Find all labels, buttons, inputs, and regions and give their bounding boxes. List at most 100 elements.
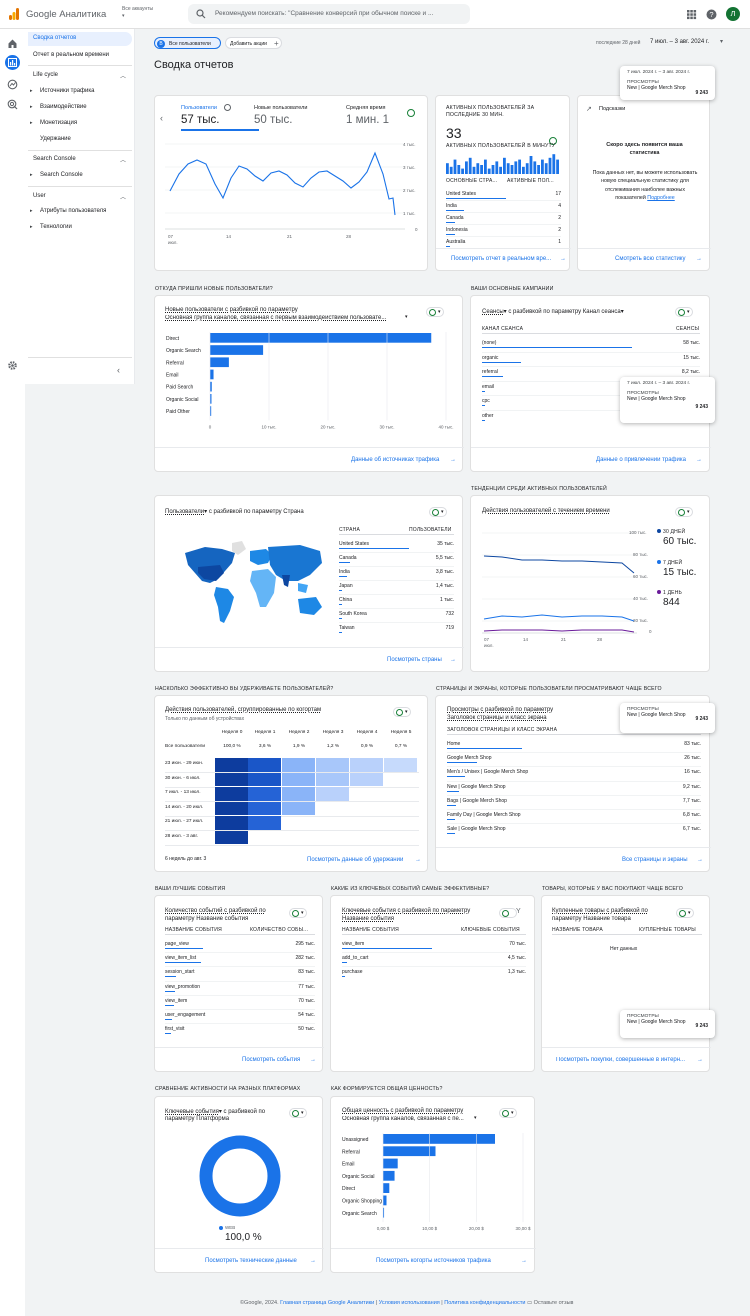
country-title[interactable]: Пользователи▾ с разбивкой по параметру С… — [165, 508, 304, 515]
nav-item-tech[interactable]: Технологии — [40, 224, 72, 230]
analytics-logo-icon[interactable] — [8, 8, 20, 20]
nav-item-search-console[interactable]: Search Console — [40, 172, 83, 178]
nav-item-user-attributes[interactable]: Атрибуты пользователя — [40, 208, 106, 214]
row-divider — [342, 952, 526, 954]
items-title-line1[interactable]: Купленные товары с разбивкой по — [552, 908, 648, 914]
nav-item-traffic[interactable]: Источники трафика — [40, 88, 94, 94]
insights-all-link[interactable]: Смотреть всю статистику — [615, 256, 686, 262]
pages-link[interactable]: Все страницы и экраны — [622, 857, 688, 863]
avatar[interactable]: Л — [726, 7, 740, 21]
ltv-title-line1[interactable]: Общая ценность с разбивкой по параметру — [342, 1108, 463, 1114]
advertising-icon[interactable] — [7, 99, 18, 110]
kpi-users-label[interactable]: Пользователи — [181, 105, 217, 111]
events-title-line2[interactable]: параметру Название события — [165, 916, 248, 922]
nav-section-user[interactable]: User — [33, 193, 46, 199]
keyevents-title-line2[interactable]: Название события — [342, 916, 394, 922]
chevron-up-icon[interactable]: ︿ — [120, 71, 126, 80]
check-status-dropdown[interactable]: ▾ — [429, 507, 447, 517]
check-status-dropdown[interactable]: ▾ — [499, 1108, 517, 1118]
check-status-dropdown[interactable]: ▾ — [675, 307, 693, 317]
campaigns-link[interactable]: Данные о привлечении трафика — [596, 457, 686, 463]
country-metric[interactable]: Пользователи — [165, 509, 204, 515]
search-input[interactable]: Рекомендуем поискать: "Сравнение конверс… — [188, 4, 470, 24]
footer-link-terms[interactable]: Условия использования — [379, 1300, 440, 1306]
per-minute-bar — [514, 161, 518, 174]
cohort-link[interactable]: Посмотреть данные об удержании — [307, 857, 403, 863]
events-link[interactable]: Посмотреть события — [242, 1057, 300, 1063]
footer-link-privacy[interactable]: Политика конфиденциальности — [444, 1300, 525, 1306]
nav-item-overview[interactable]: Сводка отчетов — [33, 35, 76, 41]
check-status-dropdown[interactable]: ▾ — [675, 507, 693, 517]
realtime-report-link[interactable]: Посмотреть отчет в реальном вре... — [451, 256, 551, 262]
chevron-up-icon[interactable]: ︿ — [120, 155, 126, 164]
nav-item-monetization[interactable]: Монетизация — [40, 120, 77, 126]
nav-item-engagement[interactable]: Взаимодействие — [40, 104, 87, 110]
platform-title-line2[interactable]: параметру Платформа — [165, 1116, 229, 1122]
footer-feedback[interactable]: Оставьте отзыв — [534, 1300, 574, 1306]
help-circle-icon[interactable] — [224, 104, 231, 111]
nav-item-realtime[interactable]: Отчет в реальном времени — [33, 52, 109, 58]
table-row-bar — [165, 1033, 172, 1035]
acq-title-line2[interactable]: Основная группа каналов, связанная с пер… — [165, 315, 410, 321]
check-status-dropdown[interactable]: ▾ — [289, 1108, 307, 1118]
acq-title-line1[interactable]: Новые пользователи с разбивкой по параме… — [165, 307, 298, 313]
check-status-icon[interactable] — [406, 108, 418, 120]
chevron-up-icon[interactable]: ︿ — [120, 192, 126, 201]
chevron-down-icon[interactable]: ▾ — [405, 314, 408, 320]
table-row-label: India — [339, 569, 350, 575]
campaigns-metric[interactable]: Сеансы — [482, 309, 504, 315]
reports-nav[interactable] — [5, 55, 20, 70]
explore-icon[interactable] — [7, 79, 18, 90]
apps-grid-icon[interactable] — [686, 9, 697, 20]
check-status-dropdown[interactable]: ▾ — [393, 707, 411, 717]
footer: ©Google, 2024. Главная страница Google А… — [240, 1300, 574, 1306]
campaigns-title[interactable]: Сеансы▾ с разбивкой по параметру Канал с… — [482, 308, 624, 315]
chevron-down-icon[interactable]: ▾ — [720, 38, 723, 45]
country-link[interactable]: Посмотреть страны — [387, 657, 442, 663]
platform-title-line1[interactable]: Ключевые события▾ с разбивкой по — [165, 1108, 265, 1115]
acq-link[interactable]: Данные об источниках трафика — [351, 457, 439, 463]
account-selector[interactable]: Все аккаунты ▾ — [122, 6, 153, 20]
ltv-title-line2[interactable]: Основная группа каналов, связанная с пе.… — [342, 1116, 476, 1122]
filter-icon[interactable]: Y — [516, 908, 521, 915]
cohort-title[interactable]: Действия пользователей, сгруппированные … — [165, 707, 321, 713]
pages-title-line1[interactable]: Просмотры с разбивкой по параметру — [447, 707, 553, 713]
platform-by: с разбивкой по — [221, 1109, 266, 1115]
segment-chip[interactable]: B Все пользователи — [154, 37, 221, 49]
insights-more-link[interactable]: Подробнее — [647, 195, 674, 201]
platform-metric[interactable]: Ключевые события — [165, 1109, 219, 1115]
add-comparison-button[interactable]: Добавить акции + — [225, 37, 282, 49]
insights-sparkle-icon: ↗ — [586, 106, 592, 113]
settings-gear-icon[interactable] — [7, 360, 18, 371]
col-header-count: КОЛИЧЕСТВО СОБЫ... — [250, 927, 309, 933]
events-title-line1[interactable]: Количество событий с разбивкой по — [165, 908, 266, 914]
table-row-label: Taiwan — [339, 625, 355, 631]
chevron-left-icon[interactable]: ‹ — [160, 113, 163, 123]
trend-title[interactable]: Действия пользователей с течением времен… — [482, 508, 610, 514]
help-icon[interactable]: ? — [706, 9, 717, 20]
items-link[interactable]: Посмотреть покупки, совершенные в интерн… — [556, 1057, 696, 1063]
keyevents-title-line1[interactable]: Ключевые события с разбивкой по параметр… — [342, 908, 470, 914]
kpi-new-users-label[interactable]: Новые пользователи — [254, 105, 307, 111]
check-status-dropdown[interactable]: ▾ — [289, 908, 307, 918]
check-status-dropdown[interactable]: ▾ — [426, 307, 444, 317]
footer-link-home[interactable]: Главная страница Google Аналитики — [280, 1300, 374, 1306]
nav-section-search-console[interactable]: Search Console — [33, 156, 76, 162]
nav-item-retention[interactable]: Удержание — [40, 136, 71, 142]
table-row-label: Indonesia — [446, 227, 468, 233]
check-status-dropdown[interactable]: ▾ — [676, 908, 694, 918]
platform-donut-chart — [199, 1135, 281, 1217]
tooltip: ПРОСМОТРЫ New | Google Merch Shop 9 243 — [620, 1010, 715, 1038]
nav-section-lifecycle[interactable]: Life cycle — [33, 72, 58, 78]
chevron-down-icon[interactable]: ▾ — [474, 1115, 477, 1121]
collapse-nav-icon[interactable]: ‹ — [117, 365, 120, 375]
date-range-picker[interactable]: 7 июл. – 3 авг. 2024 г. — [650, 39, 709, 45]
platform-link[interactable]: Посмотреть технические данные — [205, 1258, 297, 1264]
kpi-engagement-label[interactable]: Средняя время — [346, 105, 389, 111]
check-status-icon[interactable] — [499, 908, 517, 918]
pages-title-line2[interactable]: Заголовок страницы и класс экрана — [447, 715, 547, 721]
home-icon[interactable] — [7, 38, 18, 49]
items-title-line2[interactable]: параметру Название товара — [552, 916, 631, 922]
ltv-link[interactable]: Посмотреть когорты источников трафика — [376, 1258, 491, 1264]
legend-7-days: 7 ДНЕЙ — [663, 560, 683, 566]
